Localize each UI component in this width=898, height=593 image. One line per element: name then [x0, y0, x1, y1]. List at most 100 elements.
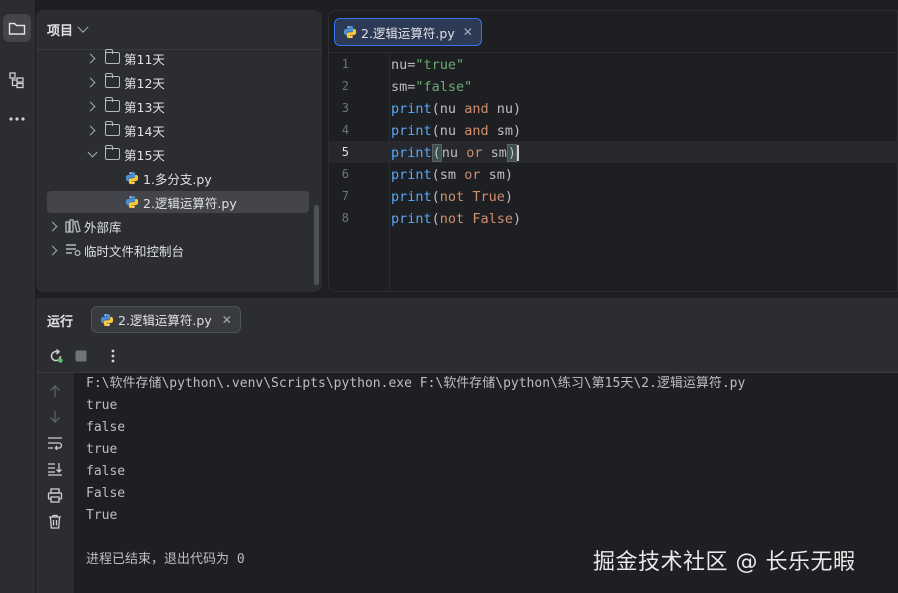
- scratches-icon: [66, 244, 81, 257]
- rerun-icon: [50, 348, 63, 363]
- code-line[interactable]: print(not True): [391, 186, 513, 208]
- tree-item-file-multibranch[interactable]: 1.多分支.py: [47, 167, 309, 189]
- run-panel-title: 运行: [47, 315, 74, 330]
- more-tools-button[interactable]: [3, 105, 31, 133]
- project-tool-button[interactable]: [3, 14, 31, 42]
- tree-item-label: 第13天: [124, 99, 165, 115]
- code-line[interactable]: print(nu and sm): [391, 120, 521, 142]
- chevron-right-icon[interactable]: [49, 245, 59, 255]
- tree-item-day12[interactable]: 第12天: [47, 71, 309, 93]
- console-line: false: [86, 420, 126, 435]
- line-number: 8: [341, 211, 349, 225]
- code-line[interactable]: print(nu or sm): [391, 142, 519, 164]
- run-panel-header: 运行 2.逻辑运算符.py ✕: [36, 299, 898, 339]
- line-number: 1: [341, 57, 349, 71]
- code-line[interactable]: print(nu and nu): [391, 98, 521, 120]
- watermark: 掘金技术社区 @ 长乐无暇: [593, 550, 856, 575]
- chevron-right-icon[interactable]: [87, 53, 97, 63]
- tree-item-day15[interactable]: 第15天: [47, 143, 309, 165]
- chevron-right-icon[interactable]: [87, 125, 97, 135]
- print-button[interactable]: [46, 486, 64, 504]
- tree-item-scratches[interactable]: 临时文件和控制台: [47, 239, 309, 261]
- console-line-exit: 进程已结束，退出代码为 0: [86, 552, 245, 567]
- folder-icon: [104, 121, 120, 136]
- activity-bar: [0, 0, 36, 593]
- chevron-down-icon[interactable]: [87, 149, 97, 159]
- tree-item-label: 2.逻辑运算符.py: [143, 195, 237, 211]
- project-panel-title: 项目: [47, 24, 74, 39]
- line-number-gutter: 1 2 3 4 5 6 7 8: [329, 53, 389, 291]
- more-vertical-icon: [111, 349, 115, 363]
- print-icon: [47, 487, 63, 503]
- line-number: 3: [341, 101, 349, 115]
- run-tab-logic-operators[interactable]: 2.逻辑运算符.py ✕: [91, 306, 241, 333]
- rerun-button[interactable]: [47, 347, 65, 365]
- structure-icon: [9, 72, 24, 89]
- console-line: true: [86, 398, 118, 413]
- code-line[interactable]: print(not False): [391, 208, 521, 230]
- console-line: false: [86, 464, 126, 479]
- tree-item-label: 外部库: [84, 219, 122, 235]
- console-side-toolbar: [36, 373, 74, 593]
- soft-wrap-icon: [48, 437, 63, 450]
- tree-item-day11[interactable]: 第11天: [47, 47, 309, 69]
- python-file-icon: [343, 25, 357, 39]
- tree-item-day14[interactable]: 第14天: [47, 119, 309, 141]
- chevron-down-icon: [77, 21, 89, 33]
- line-number: 4: [341, 123, 349, 137]
- editor-tab-bar: 2.逻辑运算符.py ✕: [329, 11, 897, 53]
- tree-item-label: 1.多分支.py: [143, 171, 212, 187]
- library-icon: [65, 219, 81, 233]
- run-toolbar: [36, 339, 898, 373]
- scroll-down-button[interactable]: [46, 408, 64, 426]
- line-number: 6: [341, 167, 349, 181]
- arrow-down-icon: [50, 411, 60, 423]
- trash-icon: [49, 514, 61, 529]
- line-number-current: 5: [341, 145, 349, 159]
- run-tab-label: 2.逻辑运算符.py: [118, 313, 212, 328]
- run-options-button[interactable]: [104, 347, 122, 365]
- line-number: 7: [341, 189, 349, 203]
- gutter-separator: [389, 53, 390, 291]
- code-line[interactable]: sm="false": [391, 76, 472, 98]
- tree-item-day13[interactable]: 第13天: [47, 95, 309, 117]
- soft-wrap-button[interactable]: [46, 434, 64, 452]
- tree-item-label: 第14天: [124, 123, 165, 139]
- code-line[interactable]: print(sm or sm): [391, 164, 513, 186]
- tree-item-label: 临时文件和控制台: [84, 243, 185, 259]
- project-panel: 项目 第11天 第12天 第13天 第14天 第15天 1.多分支.py 2.逻…: [36, 10, 322, 292]
- console-line: True: [86, 508, 118, 523]
- editor-tab-logic-operators[interactable]: 2.逻辑运算符.py ✕: [334, 18, 482, 46]
- line-number: 2: [341, 79, 349, 93]
- close-icon[interactable]: ✕: [222, 313, 232, 327]
- project-scrollbar[interactable]: [314, 205, 319, 285]
- folder-icon: [104, 73, 120, 88]
- tree-item-label: 第15天: [124, 147, 165, 163]
- scroll-up-button[interactable]: [46, 382, 64, 400]
- clear-console-button[interactable]: [46, 512, 64, 530]
- folder-icon: [104, 97, 120, 112]
- editor-tab-label: 2.逻辑运算符.py: [361, 25, 455, 41]
- tree-item-label: 第11天: [124, 51, 165, 67]
- project-panel-header[interactable]: 项目: [36, 10, 322, 50]
- folder-icon: [104, 145, 120, 160]
- stop-icon: [75, 350, 87, 362]
- chevron-right-icon[interactable]: [49, 221, 59, 231]
- arrow-up-icon: [50, 385, 60, 397]
- structure-tool-button[interactable]: [3, 66, 31, 94]
- text-caret: [517, 145, 519, 161]
- tree-item-label: 第12天: [124, 75, 165, 91]
- scroll-to-end-icon: [48, 463, 62, 476]
- code-line[interactable]: nu="true": [391, 54, 464, 76]
- python-file-icon: [125, 171, 139, 185]
- tree-item-file-logic-operators[interactable]: 2.逻辑运算符.py: [47, 191, 309, 213]
- tree-item-external-libraries[interactable]: 外部库: [47, 215, 309, 237]
- close-icon[interactable]: ✕: [463, 25, 473, 39]
- chevron-right-icon[interactable]: [87, 101, 97, 111]
- stop-button[interactable]: [72, 347, 90, 365]
- scroll-to-end-button[interactable]: [46, 460, 64, 478]
- folder-icon: [8, 22, 26, 35]
- chevron-right-icon[interactable]: [87, 77, 97, 87]
- console-line-command: F:\软件存储\python\.venv\Scripts\python.exe …: [86, 376, 746, 391]
- folder-icon: [104, 49, 120, 64]
